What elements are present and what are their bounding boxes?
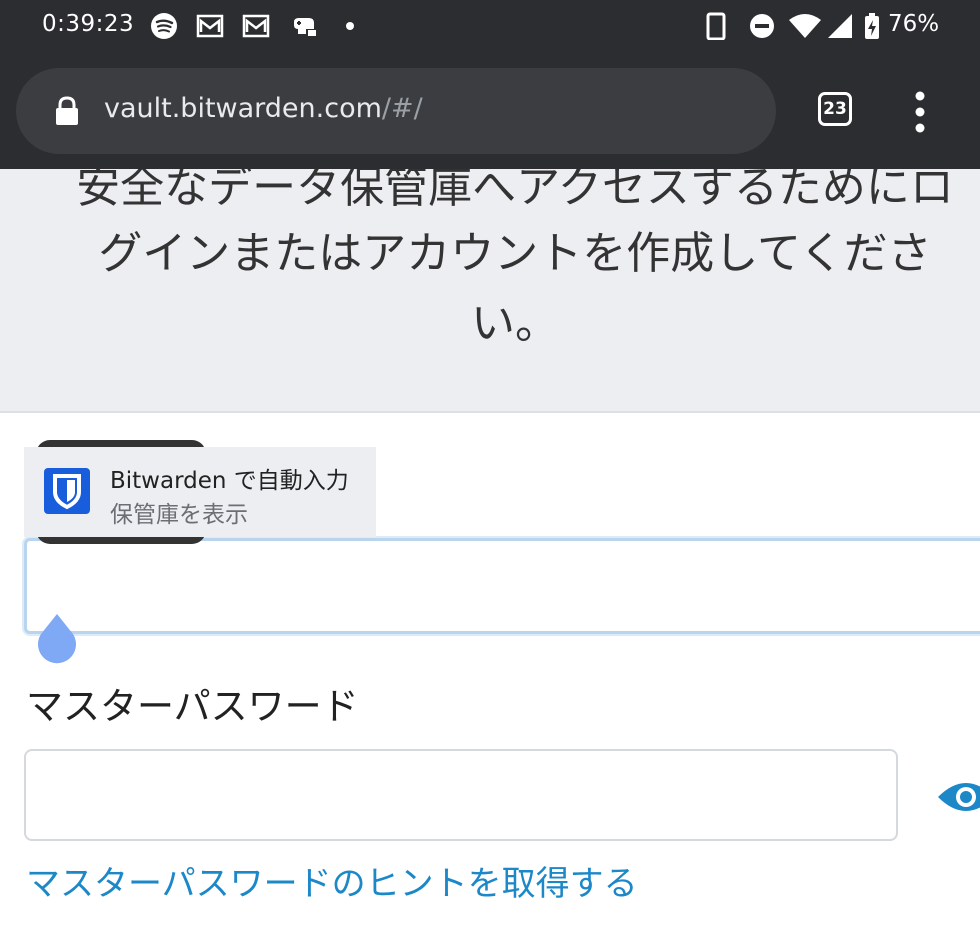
password-hint-link[interactable]: マスターパスワードのヒントを取得する [26, 856, 638, 905]
lock-icon[interactable] [54, 96, 80, 126]
autofill-title: Bitwarden で自動入力 [110, 468, 349, 494]
signal-icon [828, 14, 852, 38]
email-input[interactable] [24, 538, 980, 634]
bitwarden-icon [44, 468, 90, 514]
status-time: 0:39:23 [42, 11, 135, 37]
dnd-icon [750, 14, 774, 38]
wifi-icon [789, 14, 821, 38]
master-password-input[interactable] [24, 749, 898, 841]
address-bar[interactable]: vault.bitwarden.com/#/ [16, 68, 776, 154]
tab-switcher-button[interactable]: 23 [818, 92, 852, 126]
spotify-icon [151, 13, 177, 39]
battery-percent: 76% [888, 11, 940, 37]
autofill-suggestion[interactable]: Bitwarden で自動入力 保管庫を表示 [24, 447, 376, 537]
battery-icon [865, 13, 879, 39]
url-host: vault.bitwarden.com [104, 93, 382, 124]
heading-line-2: グインまたはアカウントを作成してくださ [98, 228, 932, 279]
url-path: /#/ [381, 93, 423, 124]
text-cursor-handle[interactable] [36, 612, 78, 664]
master-password-label: マスターパスワード [26, 685, 359, 728]
eye-icon[interactable] [936, 777, 980, 817]
dot-icon [346, 22, 354, 30]
url-text[interactable]: vault.bitwarden.com/#/ [104, 93, 423, 124]
gmail-icon [196, 14, 224, 38]
more-menu-icon[interactable] [906, 90, 934, 134]
autofill-subtitle: 保管庫を表示 [110, 502, 248, 528]
gmail-icon [242, 14, 270, 38]
browser-toolbar: vault.bitwarden.com/#/ 23 [0, 52, 980, 169]
heading-line-3: い。 [471, 298, 559, 349]
status-bar: 0:39:23 76% [0, 0, 980, 52]
heading-line-1: 安全なデータ保管庫へアクセスするためにロ [76, 169, 954, 213]
page-header: 安全なデータ保管庫へアクセスするためにロ グインまたはアカウントを作成してくださ… [0, 169, 980, 411]
game-icon [294, 18, 316, 36]
phone-icon [706, 12, 726, 40]
